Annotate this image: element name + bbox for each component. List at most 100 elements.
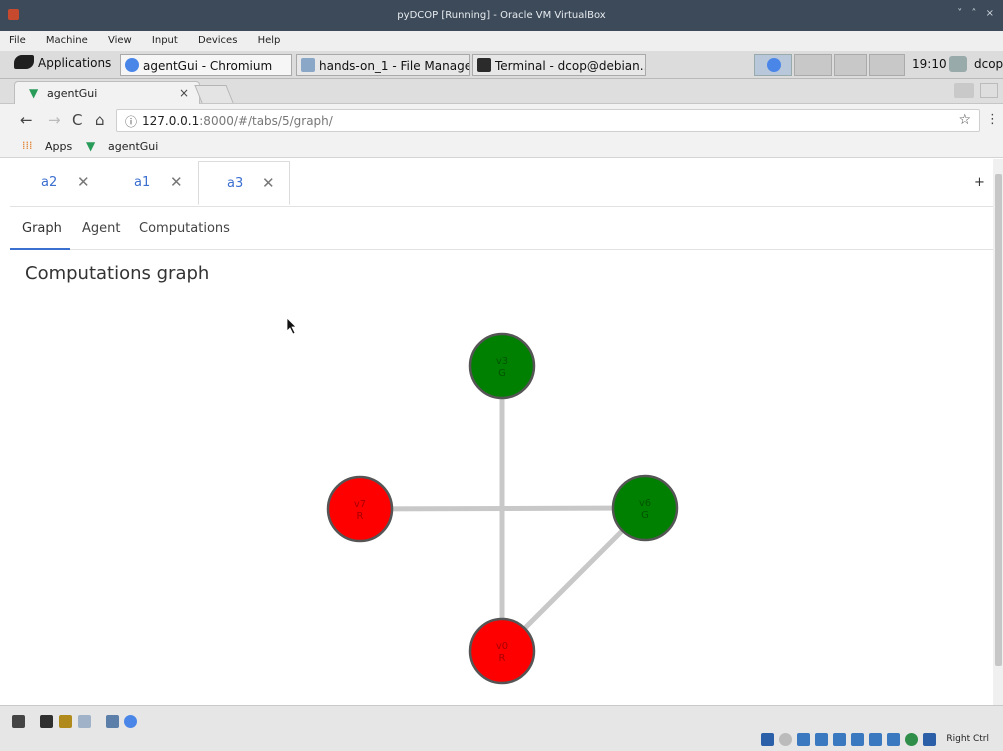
search-icon[interactable] <box>78 715 91 728</box>
menu-machine[interactable]: Machine <box>46 31 88 46</box>
keyboard-icon <box>923 733 936 746</box>
address-bar[interactable]: ⓘ 127.0.0.1:8000/#/tabs/5/graph/ ☆ <box>116 109 980 132</box>
bookmark-apps[interactable]: Apps <box>45 140 72 153</box>
agent-tab-a1[interactable]: a1 ✕ <box>110 161 198 205</box>
info-icon: ⓘ <box>125 115 138 129</box>
task-label: Terminal - dcop@debian... <box>495 59 646 73</box>
agent-tab-a2[interactable]: a2 ✕ <box>10 161 110 205</box>
agent-tab-label: a3 <box>227 176 244 191</box>
terminal-icon <box>477 58 491 72</box>
graph-node-id: v0 <box>496 641 508 652</box>
task-file-manager[interactable]: hands-on_1 - File Manager <box>296 54 470 76</box>
graph-node-value: R <box>499 653 506 664</box>
mouse-cursor-icon <box>286 317 297 335</box>
browser-tab-title: agentGui <box>47 87 98 100</box>
subtab-agent[interactable]: Agent <box>82 221 120 236</box>
graph-node-id: v3 <box>496 356 508 367</box>
clock[interactable]: 19:10 <box>912 57 947 71</box>
workspace-4[interactable] <box>869 54 905 76</box>
browser-tab[interactable]: ▼ agentGui × <box>14 81 200 104</box>
folder-icon[interactable] <box>106 715 119 728</box>
workspace-3[interactable] <box>834 54 867 76</box>
home-icon[interactable]: ⌂ <box>95 111 105 129</box>
shared-folder-icon <box>833 733 846 746</box>
reload-icon[interactable]: C <box>72 111 82 129</box>
applications-menu[interactable]: Applications <box>14 55 111 70</box>
graph-edge-v7-v6 <box>359 505 646 512</box>
browser-tab-strip: ▼ agentGui × <box>0 79 1003 104</box>
close-icon[interactable]: ✕ <box>262 174 275 192</box>
subtab-graph[interactable]: Graph <box>22 221 62 236</box>
bookmark-agentgui[interactable]: agentGui <box>108 140 158 153</box>
menu-view[interactable]: View <box>108 31 132 46</box>
agent-tab-label: a1 <box>134 175 151 190</box>
add-tab-button[interactable]: + <box>974 175 985 190</box>
menu-help[interactable]: Help <box>258 31 281 46</box>
desktop-panel: Applications agentGui - Chromium hands-o… <box>0 51 1003 79</box>
recording-icon <box>869 733 882 746</box>
graph-node-id: v6 <box>639 498 651 509</box>
sub-tabs: Graph Agent Computations <box>10 206 993 250</box>
graph-node-id: v7 <box>354 499 366 510</box>
url-host: 127.0.0.1 <box>142 114 200 128</box>
chromium-icon <box>767 58 781 72</box>
browser-toolbar: ← → C ⌂ ⓘ 127.0.0.1:8000/#/tabs/5/graph/… <box>0 104 1003 136</box>
graph-node-v7[interactable]: v7R <box>326 475 394 543</box>
computations-graph: v3Gv7Rv6Gv0R <box>326 332 679 685</box>
graph-node-value: R <box>357 511 364 522</box>
menu-kebab-icon[interactable]: ⋮ <box>986 112 999 127</box>
vbox-title-bar: pyDCOP [Running] - Oracle VM VirtualBox … <box>0 0 1003 31</box>
mouse-integration-icon <box>905 733 918 746</box>
menu-input[interactable]: Input <box>152 31 178 46</box>
usb-icon <box>815 733 828 746</box>
hdd-icon <box>761 733 774 746</box>
url-text: 127.0.0.1:8000/#/tabs/5/graph/ <box>142 114 333 128</box>
network-icon <box>797 733 810 746</box>
profile-icon[interactable] <box>954 83 974 98</box>
notes-icon[interactable] <box>59 715 72 728</box>
graph-node-value: G <box>498 368 506 379</box>
tab-close-icon[interactable]: × <box>179 86 189 100</box>
window-title: pyDCOP [Running] - Oracle VM VirtualBox <box>397 10 606 21</box>
graph-node-v0[interactable]: v0R <box>468 617 536 685</box>
display-icon <box>851 733 864 746</box>
close-icon[interactable]: ✕ <box>77 173 90 191</box>
chromium-icon[interactable] <box>124 715 137 728</box>
back-icon[interactable]: ← <box>20 111 33 129</box>
graph-node-v3[interactable]: v3G <box>468 332 536 400</box>
forward-icon[interactable]: → <box>48 111 61 129</box>
folder-icon <box>301 58 315 72</box>
user-icon <box>949 56 967 72</box>
terminal-icon[interactable] <box>40 715 53 728</box>
cpu-icon <box>887 733 900 746</box>
active-tab-indicator <box>10 248 70 250</box>
task-terminal[interactable]: Terminal - dcop@debian... <box>472 54 646 76</box>
vue-icon: ▼ <box>86 139 96 153</box>
subtab-computations[interactable]: Computations <box>139 221 230 236</box>
graph-node-v6[interactable]: v6G <box>611 474 679 542</box>
agent-tab-label: a2 <box>41 175 58 190</box>
page-title: Computations graph <box>25 263 210 284</box>
bookmark-star-icon[interactable]: ☆ <box>958 112 971 128</box>
window-controls[interactable]: ˅ ˄ × <box>957 8 997 19</box>
close-icon[interactable]: ✕ <box>170 173 183 191</box>
url-path: :8000/#/tabs/5/graph/ <box>199 114 333 128</box>
graph-node-value: G <box>641 510 649 521</box>
workspace-1[interactable] <box>754 54 792 76</box>
apps-grid-icon: ⁞⁞⁞ <box>22 139 33 152</box>
scrollbar-thumb[interactable] <box>995 174 1002 666</box>
task-chromium[interactable]: agentGui - Chromium <box>120 54 292 76</box>
menu-file[interactable]: File <box>9 31 26 46</box>
chromium-icon <box>125 58 139 72</box>
new-tab-button[interactable] <box>194 85 234 103</box>
workspace-2[interactable] <box>794 54 832 76</box>
task-label: hands-on_1 - File Manager <box>319 59 470 73</box>
close-window-icon[interactable] <box>980 83 998 98</box>
menu-devices[interactable]: Devices <box>198 31 237 46</box>
agent-tab-a3[interactable]: a3 ✕ <box>198 161 290 205</box>
vbox-menu-bar: File Machine View Input Devices Help <box>0 31 1003 51</box>
task-label: agentGui - Chromium <box>143 59 273 73</box>
bookmarks-bar: ⁞⁞⁞ Apps ▼ agentGui <box>0 136 1003 158</box>
user-name[interactable]: dcop <box>974 57 1003 71</box>
screenshot-icon[interactable] <box>12 715 25 728</box>
